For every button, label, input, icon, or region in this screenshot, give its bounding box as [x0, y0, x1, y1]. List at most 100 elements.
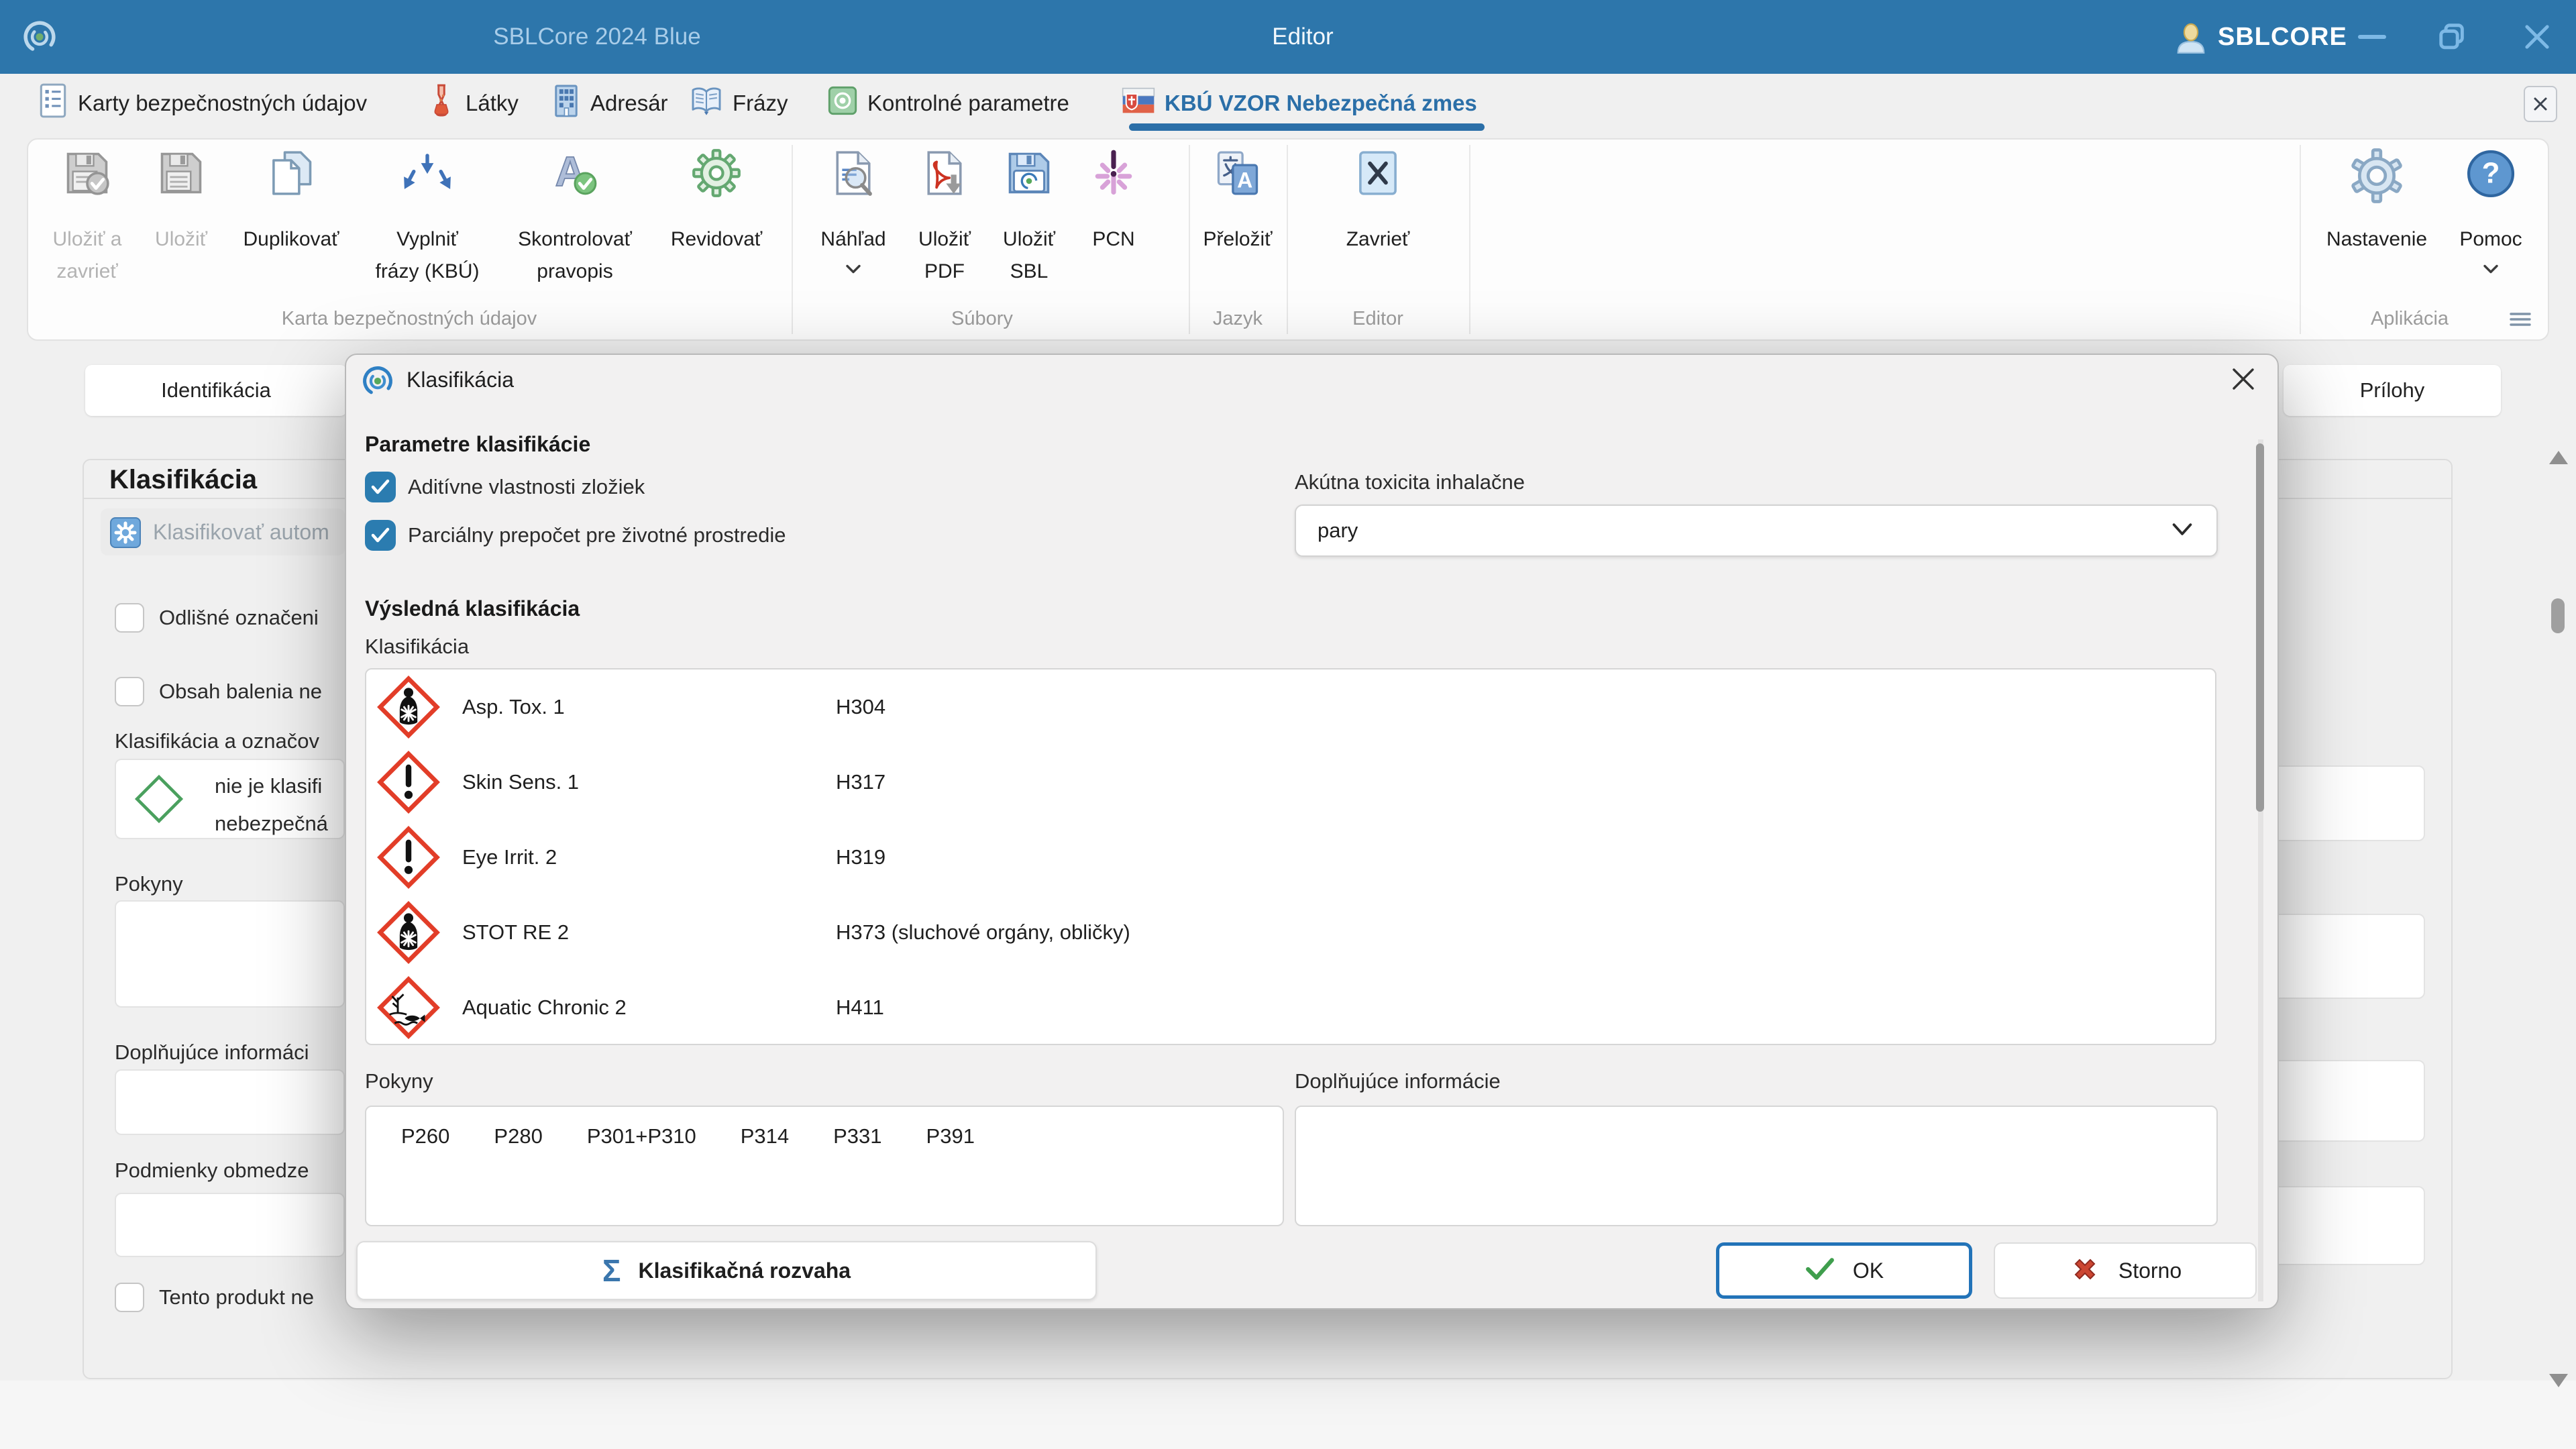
classification-row[interactable]: Eye Irrit. 2 H319: [366, 820, 2215, 895]
ribbon-collapse-icon[interactable]: [2509, 310, 2532, 332]
tab-adresar[interactable]: Adresár: [551, 74, 668, 133]
tab-label: Karty bezpečnostných údajov: [78, 91, 368, 115]
group-label-editor: Editor: [1352, 308, 1403, 329]
classification-row[interactable]: Asp. Tox. 1 H304: [366, 669, 2215, 745]
svg-text:?: ?: [2482, 156, 2500, 189]
pcn-button[interactable]: PCN: [1076, 138, 1151, 303]
revise-gear-icon: [691, 148, 742, 202]
pokyny-textarea[interactable]: [115, 900, 345, 1008]
p-code: P260: [401, 1124, 450, 1148]
active-tab-underline: [1129, 123, 1485, 131]
classification-row[interactable]: Aquatic Chronic 2 H411: [366, 970, 2215, 1045]
sbl-floppy-icon: [1004, 148, 1055, 202]
p-code: P391: [926, 1124, 975, 1148]
ok-button[interactable]: OK: [1716, 1242, 1972, 1299]
tab-label: KBÚ VZOR Nebezpečná zmes: [1165, 91, 1477, 115]
p-code: P331: [833, 1124, 882, 1148]
status-strip: [0, 1381, 2576, 1449]
partial-checkbox[interactable]: [365, 520, 396, 551]
group-separator: [792, 145, 793, 334]
dialog-dopl-textarea[interactable]: [1295, 1106, 2218, 1226]
group-label-files: Súbory: [951, 308, 1013, 329]
empty-diamond-icon: [133, 773, 185, 828]
cancel-button[interactable]: Storno: [1994, 1242, 2257, 1299]
close-editor-button[interactable]: Zavrieť: [1324, 138, 1432, 303]
form-tab-prilohy[interactable]: Prílohy: [2284, 365, 2501, 416]
background-input[interactable]: [2267, 1186, 2425, 1265]
svg-text:A: A: [1237, 168, 1252, 192]
background-input[interactable]: [2267, 1060, 2425, 1142]
settings-button[interactable]: Nastavenie: [2316, 138, 2437, 303]
package-content-label: Obsah balenia ne: [159, 680, 323, 703]
scroll-up-arrow[interactable]: [2549, 451, 2568, 464]
ghs07-exclamation-icon: [377, 826, 440, 892]
tab-karty-bezpecnostnych-udajov[interactable]: Karty bezpečnostných údajov: [38, 74, 367, 133]
app-title: SBLCore 2024 Blue: [493, 23, 701, 50]
translate-button[interactable]: A Přeložiť: [1191, 138, 1285, 303]
control-parameters-icon: [827, 85, 858, 121]
not-classified-line2: nebezpečná: [215, 812, 328, 835]
background-input[interactable]: [2267, 765, 2425, 841]
form-tab-identifikacia[interactable]: Identifikácia: [85, 365, 347, 416]
classification-balance-button[interactable]: Σ Klasifikačná rozvaha: [356, 1241, 1097, 1300]
p-code: P280: [494, 1124, 543, 1148]
save-sbl-button[interactable]: Uložiť SBL: [989, 138, 1069, 303]
dopl-info-textarea[interactable]: [115, 1069, 345, 1135]
save-button[interactable]: Uložiť: [141, 138, 221, 303]
additive-checkbox[interactable]: [365, 472, 396, 502]
close-document-tab-button[interactable]: [2524, 86, 2557, 122]
app-window: SBLCore 2024 Blue Editor SBLCORE Karty b…: [0, 0, 2576, 1449]
window-title: Editor: [1272, 23, 1334, 50]
group-label-app: Aplikácia: [2370, 308, 2449, 329]
save-and-close-button[interactable]: Uložiť a zavrieť: [37, 138, 138, 303]
package-content-checkbox[interactable]: [115, 677, 144, 706]
classification-list-label: Klasifikácia: [365, 635, 470, 658]
dialog-close-icon[interactable]: [2229, 364, 2258, 397]
pokyny-label: Pokyny: [115, 872, 183, 896]
p-codes-box[interactable]: P260 P280 P301+P310 P314 P331 P391: [365, 1106, 1284, 1226]
ghs07-exclamation-icon: [377, 751, 440, 817]
tab-label: Látky: [466, 91, 519, 115]
datasheet-list-icon: [38, 82, 68, 125]
save-close-icon: [62, 148, 113, 202]
acute-toxicity-dropdown[interactable]: pary: [1295, 504, 2218, 557]
classify-auto-label: Klasifikovať autom: [153, 520, 329, 544]
maximize-button[interactable]: [2432, 0, 2473, 74]
dopl-info-label: Doplňujúce informáci: [115, 1040, 309, 1064]
preview-button[interactable]: Náhľad: [806, 138, 900, 303]
background-input[interactable]: [2267, 914, 2425, 999]
user-avatar-icon: [2172, 19, 2210, 60]
dialog-logo-icon: [360, 363, 396, 402]
close-window-button[interactable]: [2517, 0, 2557, 74]
different-labelling-label: Odlišné označeni: [159, 606, 319, 629]
chevron-down-icon: [2481, 263, 2500, 278]
dialog-scrollbar-thumb[interactable]: [2256, 443, 2264, 812]
dialog-title: Klasifikácia: [407, 368, 515, 392]
help-button[interactable]: ? Pomoc: [2447, 138, 2534, 303]
building-icon: [551, 82, 581, 125]
classification-row[interactable]: Skin Sens. 1 H317: [366, 745, 2215, 820]
save-pdf-button[interactable]: Uložiť PDF: [904, 138, 985, 303]
tab-kontrolne-parametre[interactable]: Kontrolné parametre: [827, 74, 1069, 133]
duplicate-button[interactable]: Duplikovať: [234, 138, 348, 303]
scroll-down-arrow[interactable]: [2549, 1374, 2568, 1387]
product-checkbox[interactable]: [115, 1283, 144, 1312]
classification-row[interactable]: STOT RE 2 H373 (sluchové orgány, obličky…: [366, 895, 2215, 970]
dropdown-value: pary: [1318, 519, 1358, 542]
podmienky-textarea[interactable]: [115, 1193, 345, 1257]
minimize-button[interactable]: [2352, 0, 2392, 74]
tab-frazy[interactable]: Frázy: [690, 74, 788, 133]
translate-icon: A: [1212, 148, 1263, 202]
tab-latky[interactable]: Látky: [427, 74, 519, 133]
podmienky-label: Podmienky obmedze: [115, 1159, 309, 1182]
check-icon: [1805, 1256, 1835, 1285]
revise-button[interactable]: Revidovať: [659, 138, 773, 303]
classification-labelling-label: Klasifikácia a označov: [115, 729, 319, 753]
spellcheck-button[interactable]: A Skontrolovať pravopis: [501, 138, 649, 303]
ghs08-health-hazard-icon: [377, 676, 440, 742]
window-scrollbar-thumb[interactable]: [2551, 598, 2565, 633]
user-name: SBLCORE: [2218, 23, 2347, 51]
dialog-pokyny-label: Pokyny: [365, 1069, 433, 1093]
different-labelling-checkbox[interactable]: [115, 603, 144, 633]
fill-phrases-button[interactable]: Vyplniť frázy (KBÚ): [360, 138, 494, 303]
